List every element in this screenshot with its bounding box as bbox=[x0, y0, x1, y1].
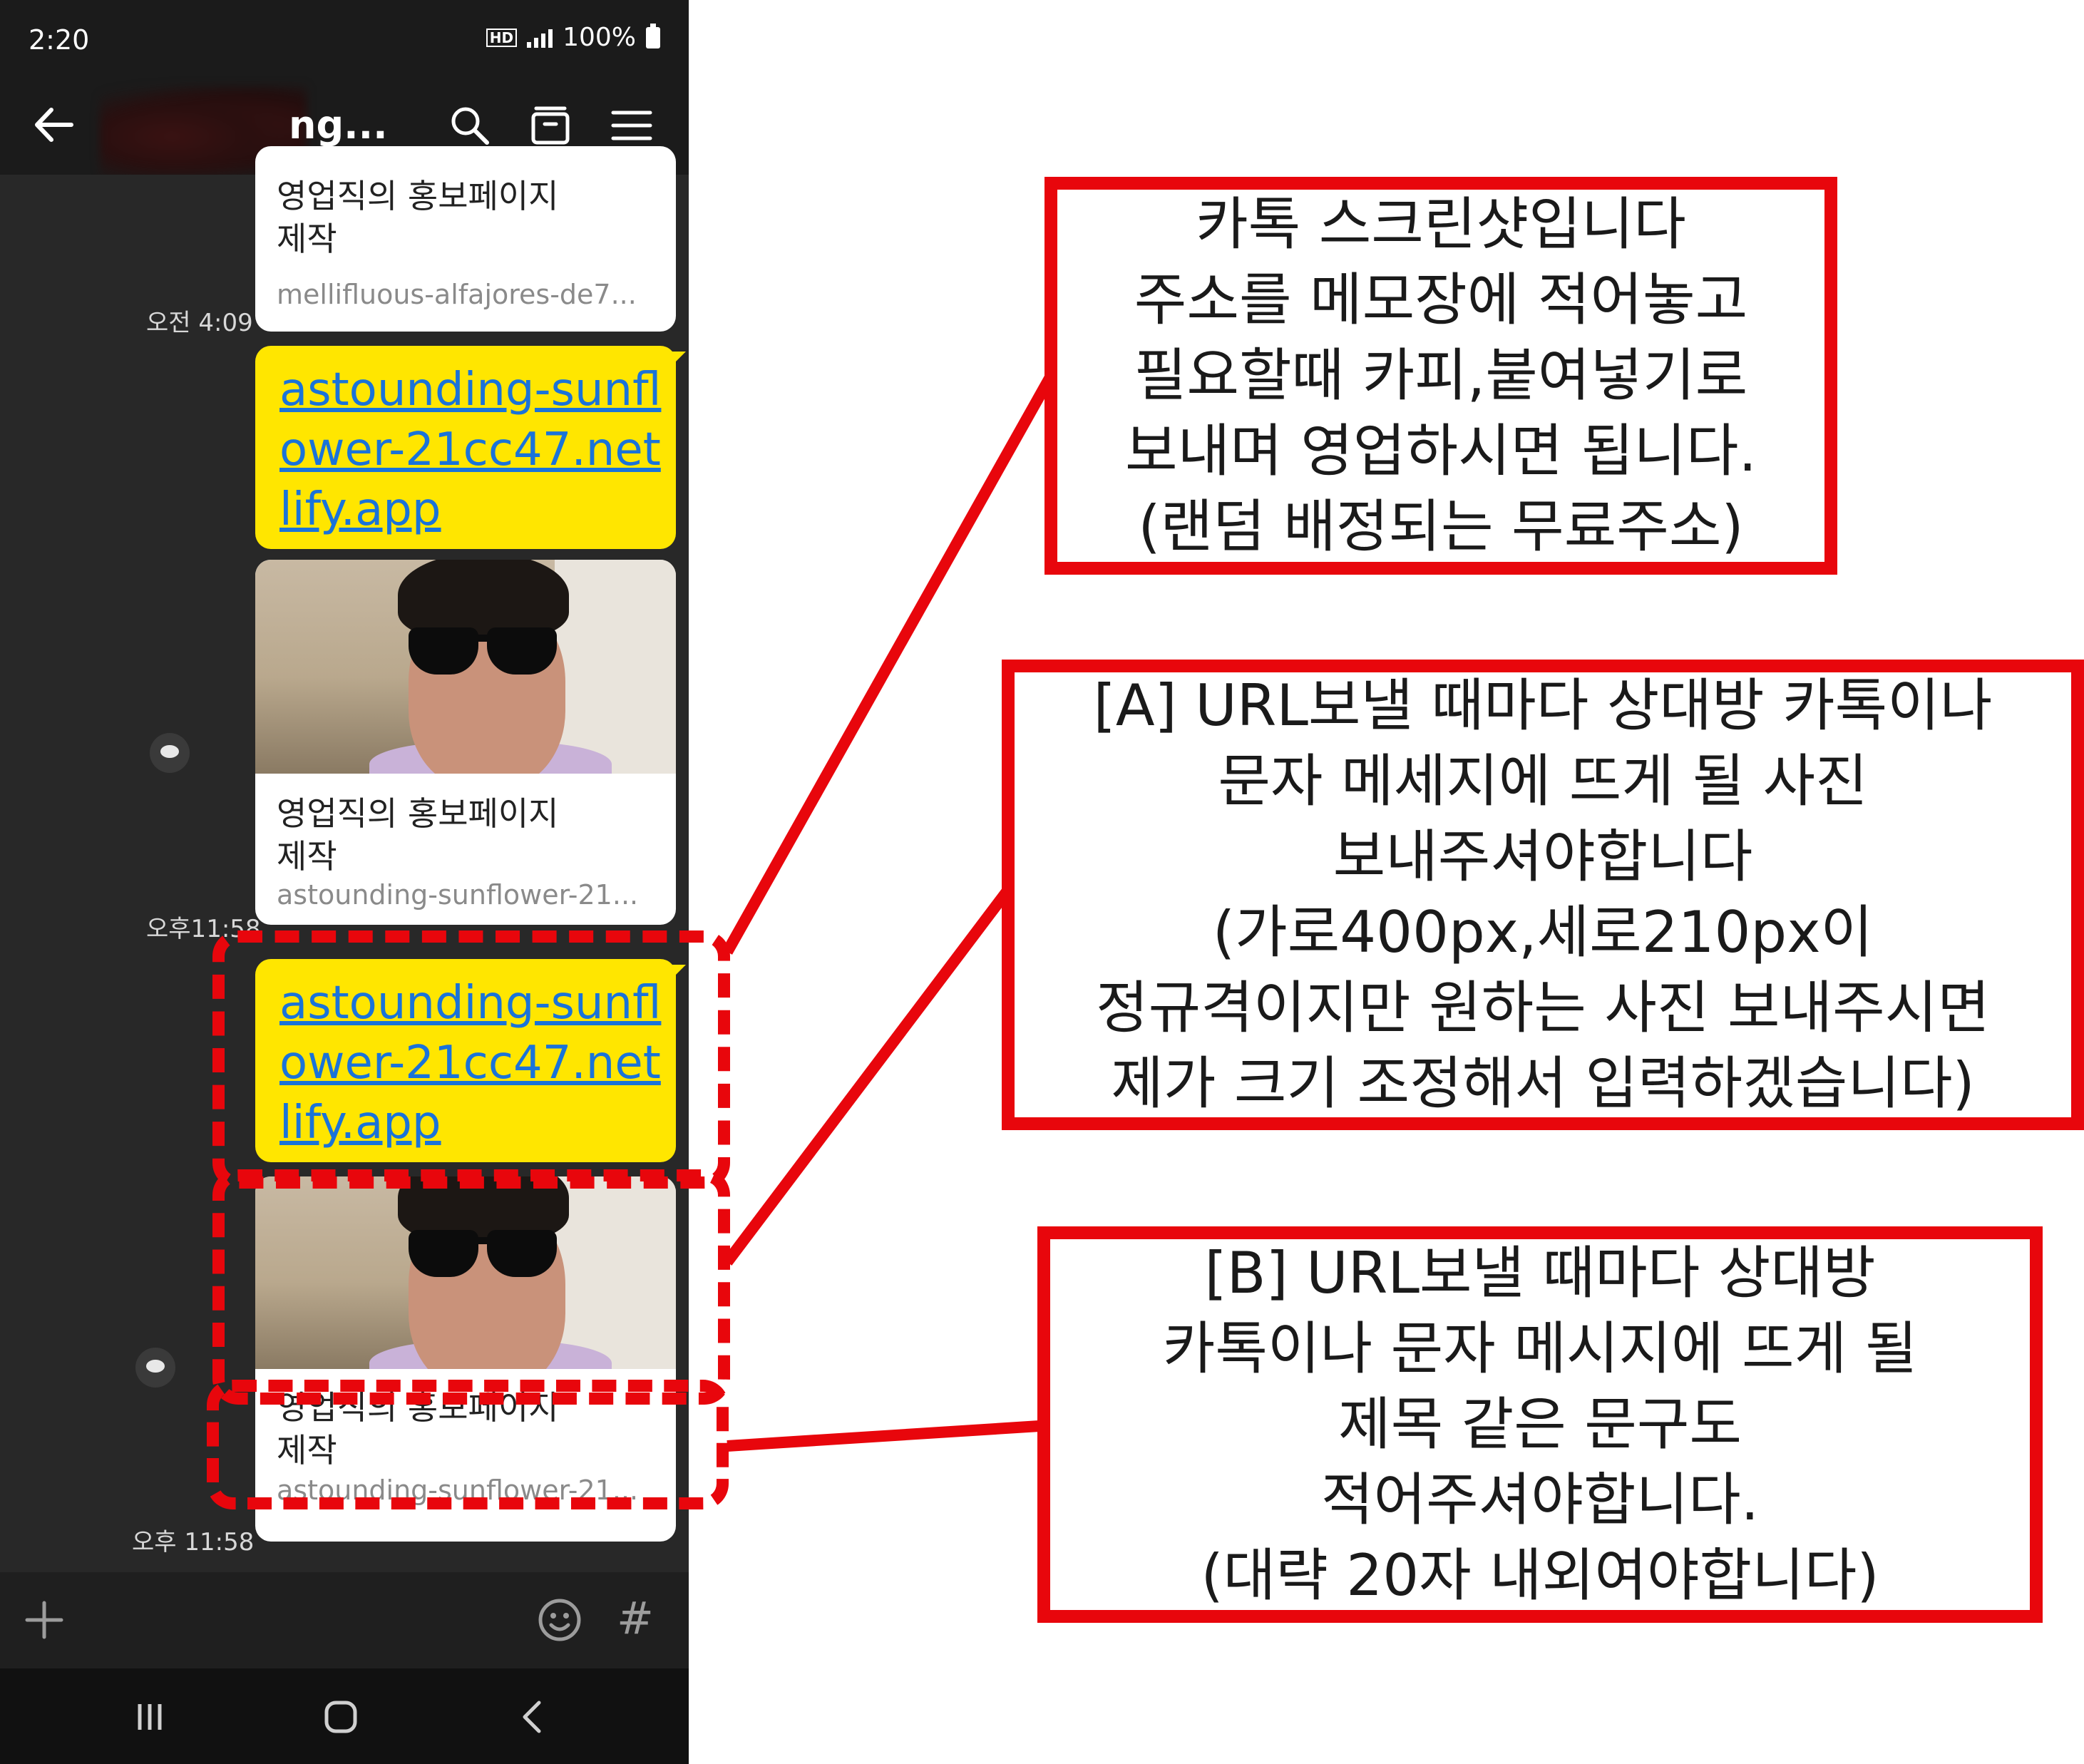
annotation-box-2: [A] URL보낼 때마다 상대방 카톡이나 문자 메세지에 뜨게 될 사진 보… bbox=[1002, 660, 2084, 1130]
annotation-box-3: [B] URL보낼 때마다 상대방 카톡이나 문자 메시지에 뜨게 될 제목 같… bbox=[1037, 1226, 2043, 1623]
annotation-text-3: [B] URL보낼 때마다 상대방 카톡이나 문자 메시지에 뜨게 될 제목 같… bbox=[1162, 1240, 1918, 1609]
connector-line bbox=[727, 1420, 1040, 1452]
annotation-text-2: [A] URL보낼 때마다 상대방 카톡이나 문자 메세지에 뜨게 될 사진 보… bbox=[1093, 672, 1993, 1117]
annotation-box-1: 카톡 스크린샷입니다 주소를 메모장에 적어놓고 필요할때 카피,붙여넣기로 보… bbox=[1044, 177, 1837, 575]
annotation-text-1: 카톡 스크린샷입니다 주소를 메모장에 적어놓고 필요할때 카피,붙여넣기로 보… bbox=[1125, 191, 1757, 560]
connector-line bbox=[722, 881, 1017, 1266]
